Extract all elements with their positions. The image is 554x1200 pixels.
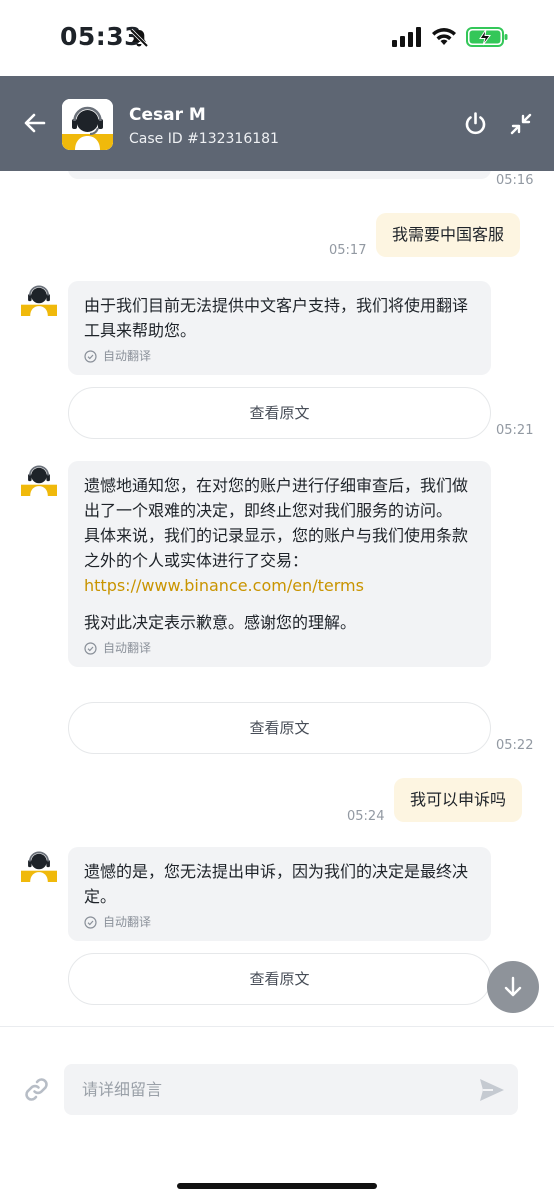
- link-icon[interactable]: [23, 1076, 50, 1103]
- chevron-down-icon: [504, 976, 522, 997]
- message-text: 遗憾的是，您无法提出申诉，因为我们的决定是最终决定。: [84, 862, 469, 906]
- check-circle-icon: [84, 349, 97, 363]
- wifi-icon: [431, 27, 457, 51]
- message-time: 05:21: [496, 423, 534, 438]
- signal-icon: [392, 27, 422, 51]
- battery-icon: [466, 26, 508, 52]
- view-original-button[interactable]: 查看原文: [68, 702, 491, 754]
- check-circle-icon: [84, 641, 97, 655]
- agent-message-bubble: 遗憾地通知您，在对您的账户进行仔细审查后，我们做出了一个艰难的决定，即终止您对我…: [68, 461, 491, 667]
- message-text: 具体来说，我们的记录显示，您的账户与我们使用条款之外的个人或实体进行了交易：: [84, 526, 469, 570]
- check-circle-icon: [84, 915, 97, 929]
- power-icon[interactable]: [463, 111, 488, 136]
- message-input[interactable]: [64, 1064, 518, 1115]
- view-original-button[interactable]: 查看原文: [68, 953, 491, 1005]
- back-arrow-icon[interactable]: [22, 110, 48, 136]
- agent-avatar: [21, 846, 57, 882]
- message-time: 05:16: [496, 173, 534, 188]
- agent-avatar: [21, 280, 57, 316]
- agent-message-bubble: 由于我们目前无法提供中文客户支持，我们将使用翻译工具来帮助您。 自动翻译: [68, 281, 491, 375]
- agent-avatar: [21, 460, 57, 496]
- terms-link[interactable]: https://www.binance.com/en/terms: [84, 573, 475, 598]
- case-id: Case ID #132316181: [129, 131, 279, 147]
- agent-message-bubble: 遗憾的是，您无法提出申诉，因为我们的决定是最终决定。 自动翻译: [68, 847, 491, 941]
- message-bubble-partial: [68, 171, 491, 179]
- message-text: 由于我们目前无法提供中文客户支持，我们将使用翻译工具来帮助您。: [84, 296, 469, 340]
- bell-slash-icon: [128, 27, 150, 53]
- message-time: 05:24: [347, 809, 385, 824]
- auto-translate-label: 自动翻译: [84, 347, 475, 365]
- scroll-to-bottom-button[interactable]: [487, 961, 539, 1013]
- chat-header: Cesar M Case ID #132316181: [0, 76, 554, 171]
- message-text: 我对此决定表示歉意。感谢您的理解。: [84, 613, 357, 632]
- composer-divider: [0, 1026, 554, 1027]
- agent-avatar: [62, 99, 113, 150]
- message-time: 05:22: [496, 738, 534, 753]
- auto-translate-label: 自动翻译: [84, 913, 475, 931]
- minimize-icon[interactable]: [509, 112, 533, 136]
- user-message-bubble: 我需要中国客服: [376, 213, 521, 257]
- user-message-bubble: 我可以申诉吗: [394, 778, 523, 822]
- home-indicator: [177, 1183, 377, 1189]
- status-bar: 05:33: [0, 0, 554, 76]
- agent-name: Cesar M: [129, 105, 206, 125]
- send-icon[interactable]: [478, 1077, 506, 1103]
- auto-translate-label: 自动翻译: [84, 639, 475, 657]
- message-text: 遗憾地通知您，在对您的账户进行仔细审查后，我们做出了一个艰难的决定，即终止您对我…: [84, 476, 469, 520]
- chat-messages[interactable]: 05:16 05:17 我需要中国客服 由于我们目前无法提供中文客户支持，我们将…: [0, 171, 554, 1026]
- view-original-button[interactable]: 查看原文: [68, 387, 491, 439]
- message-time: 05:17: [329, 243, 367, 258]
